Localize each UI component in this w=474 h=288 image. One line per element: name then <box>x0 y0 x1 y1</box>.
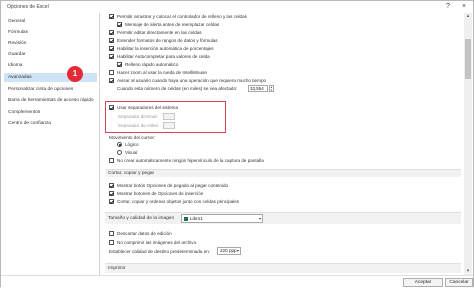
sidebar-item-complementos[interactable]: Complementos <box>4 108 97 117</box>
sidebar-item-personalizar-cinta[interactable]: Personalizar cinta de opciones <box>4 85 97 94</box>
help-icon[interactable]: ? <box>441 2 455 12</box>
option-label: Cuando esta número de celdas (en miles) … <box>117 86 238 91</box>
checkbox[interactable] <box>109 38 114 43</box>
checkbox[interactable] <box>109 14 114 19</box>
option-label: Habilitar la inserción automática de por… <box>117 46 214 51</box>
checkbox[interactable] <box>109 158 114 163</box>
checkbox[interactable] <box>109 191 114 196</box>
close-icon[interactable]: × <box>457 2 471 12</box>
option-label: Avisar al usuario cuando haya una operac… <box>117 78 267 83</box>
window-title: Opciones de Excel <box>7 4 49 10</box>
option-label: Mostrar botón Opciones de pegado al pega… <box>117 183 229 188</box>
option-label: Relleno rápido automático <box>125 62 179 67</box>
option-label: Lógico <box>125 142 139 147</box>
option-label: Mostrar botones de Opciones de inserción <box>117 191 204 196</box>
checkbox[interactable] <box>109 199 114 204</box>
option-label: Permitir editar directamente en las celd… <box>117 30 202 35</box>
decimal-separator-label: Separador decimal: <box>118 114 158 119</box>
checkbox[interactable] <box>109 78 114 83</box>
section-header-cut-copy-paste: Cortar, copiar y pegar <box>105 169 461 177</box>
resolution-select[interactable]: 220 ppp ▾ <box>217 247 241 255</box>
sidebar-item-idioma[interactable]: Idioma <box>4 61 97 70</box>
dialog-footer: Aceptar Cancelar <box>1 275 473 288</box>
title-bar: Opciones de Excel ? × <box>1 1 473 13</box>
workbook-name: Libro1 <box>190 216 203 221</box>
checkbox[interactable] <box>109 30 114 35</box>
option-label: No comprimir las imágenes del archivo <box>117 240 197 245</box>
section-title: Tamaño y calidad de la imagen <box>108 216 175 221</box>
step-number-badge: 1 <box>67 66 83 82</box>
thousands-separator-label: Separador de miles: <box>118 123 160 128</box>
sidebar-item-general[interactable]: General <box>4 17 97 26</box>
radio-button[interactable] <box>117 142 122 147</box>
chevron-down-icon: ▾ <box>236 248 239 253</box>
excel-options-window: Opciones de Excel ? × General Fórmulas R… <box>0 0 474 288</box>
section-header-print: Imprimir <box>105 263 461 273</box>
checkbox[interactable] <box>109 46 114 51</box>
sidebar-item-centro-confianza[interactable]: Centro de confianza <box>4 119 97 128</box>
accept-button[interactable]: Aceptar <box>403 278 443 287</box>
sidebar: General Fórmulas Revisión Guardar Idioma… <box>1 13 100 275</box>
thousands-separator-input[interactable] <box>163 122 175 129</box>
checkbox[interactable] <box>117 62 122 67</box>
option-label: Hacer zoom al usar la rueda de IntelliMo… <box>117 70 207 75</box>
checkbox[interactable] <box>109 54 114 59</box>
excel-file-icon <box>184 216 188 221</box>
radio-button[interactable] <box>117 150 122 155</box>
checkbox[interactable] <box>109 183 114 188</box>
option-label: Usar separadores del sistema <box>117 105 179 110</box>
option-label: Permitir arrastrar y colocar el controla… <box>117 14 247 19</box>
option-label: Visual <box>125 150 138 155</box>
section-header-image-quality: Tamaño y calidad de la imagen <box>105 212 461 224</box>
cells-threshold-input[interactable]: 33,554 <box>248 85 268 92</box>
checkbox[interactable] <box>109 240 114 245</box>
option-label: No crear automáticamente ningún hipervín… <box>117 158 264 163</box>
checkbox[interactable] <box>109 70 114 75</box>
sidebar-item-formulas[interactable]: Fórmulas <box>4 28 97 37</box>
scroll-thumb[interactable] <box>465 39 471 79</box>
scroll-up-icon[interactable]: ▴ <box>464 13 472 20</box>
sidebar-item-revision[interactable]: Revisión <box>4 39 97 48</box>
cancel-button[interactable]: Cancelar <box>445 278 473 287</box>
checkbox[interactable] <box>117 22 122 27</box>
decimal-separator-input[interactable] <box>163 113 175 120</box>
option-label: Habilitar Autocompletar para valores de … <box>117 54 210 59</box>
vertical-scrollbar[interactable]: ▴ ▾ <box>464 13 472 275</box>
cursor-movement-label: Movimiento del cursor: <box>109 135 156 140</box>
sidebar-item-barra-acceso-rapido[interactable]: Barra de herramientas de acceso rápido <box>4 96 97 105</box>
sidebar-item-guardar[interactable]: Guardar <box>4 50 97 59</box>
resolution-value: 220 ppp <box>220 248 237 253</box>
option-label: Extender formatos de rangos de datos y f… <box>117 38 218 43</box>
chevron-down-icon: ▾ <box>258 216 261 221</box>
checkbox[interactable] <box>109 105 114 110</box>
option-label: Descartar datos de edición <box>117 231 172 236</box>
scroll-down-icon[interactable]: ▾ <box>464 268 472 275</box>
spinner-icon[interactable]: ▴ ▾ <box>269 85 274 92</box>
option-label: Establecer calidad de destino predetermi… <box>109 249 211 254</box>
workbook-select[interactable]: Libro1 ▾ <box>181 214 263 223</box>
option-label: Mensaje de alerta antes de reemplazar ce… <box>125 22 220 27</box>
checkbox[interactable] <box>109 231 114 236</box>
sidebar-item-avanzadas[interactable]: Avanzadas <box>4 73 97 82</box>
option-label: Cortar, copiar y ordenar objetos junto c… <box>117 199 240 204</box>
